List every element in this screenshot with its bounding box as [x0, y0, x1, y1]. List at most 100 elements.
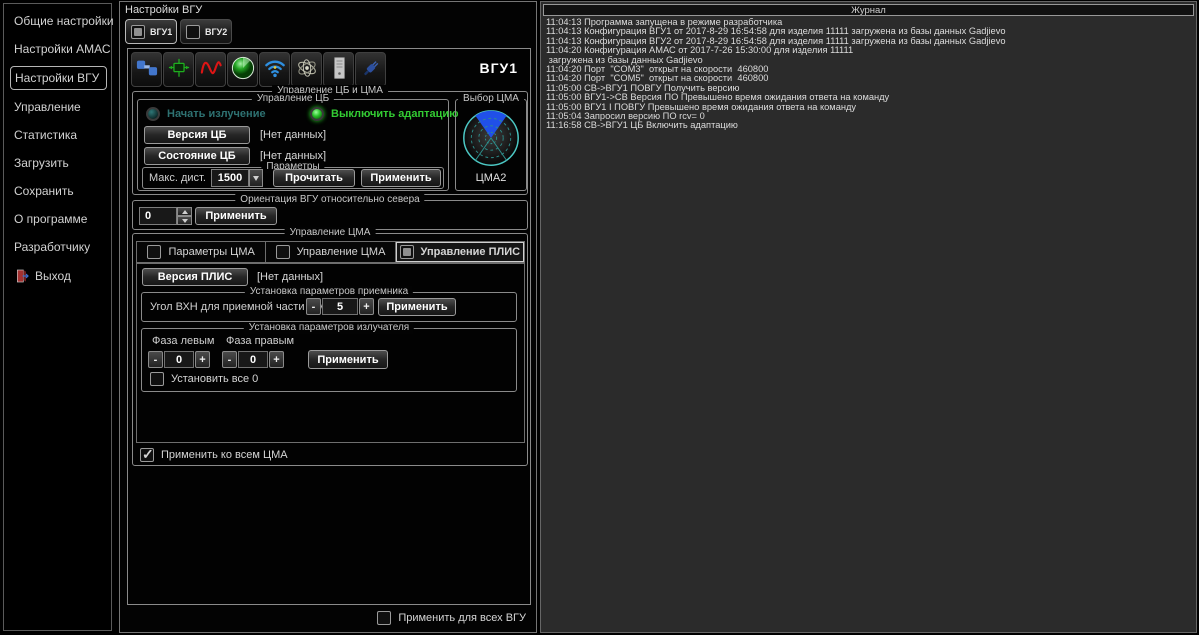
phase-right-minus-button[interactable]: - [222, 351, 237, 368]
phase-left-value: 0 [164, 351, 194, 368]
set-all-zero-label: Установить все 0 [171, 373, 258, 385]
tab-plis-control-label: Управление ПЛИС [421, 246, 521, 258]
circuit-icon [167, 57, 191, 82]
plis-version-button[interactable]: Версия ПЛИС [142, 268, 248, 286]
sidebar-item-label: Загрузить [14, 156, 69, 170]
spin-up-button[interactable] [177, 207, 192, 216]
angle-value: 5 [322, 298, 358, 315]
max-dist-dropdown-button[interactable] [249, 169, 263, 187]
signal-icon [199, 57, 223, 82]
max-dist-combobox[interactable]: 1500 [211, 169, 263, 187]
phase-right-spinner: - 0 + [222, 351, 284, 368]
phase-right-label: Фаза правым [226, 335, 294, 347]
log-title: Журнал [543, 4, 1194, 16]
orientation-apply-button[interactable]: Применить [195, 207, 277, 225]
gyro-button[interactable] [291, 52, 322, 87]
spin-down-button[interactable] [177, 216, 192, 225]
emitter-apply-button[interactable]: Применить [308, 350, 388, 369]
sidebar-item[interactable]: Разработчику [10, 236, 107, 258]
cb-state-button[interactable]: Состояние ЦБ [144, 147, 250, 165]
angle-plus-button[interactable]: + [359, 298, 374, 315]
wifi-button[interactable] [259, 52, 290, 87]
wifi-icon [263, 57, 287, 82]
apply-all-cma-label: Применить ко всем ЦМА [161, 449, 288, 461]
vgu-content-box: ВГУ1 Управление ЦБ и ЦМА Управление ЦБ Н… [127, 48, 531, 605]
arrow-up-icon [182, 210, 188, 214]
max-dist-label: Макс. дист. [149, 172, 206, 184]
cma-select-title: Выбор ЦМА [458, 93, 524, 105]
disable-adaptation-lamp[interactable] [310, 107, 324, 121]
circuit-button[interactable] [163, 52, 194, 87]
sidebar-item[interactable]: О программе [10, 208, 107, 230]
radar-icon [231, 56, 255, 83]
sidebar-item[interactable]: Сохранить [10, 180, 107, 202]
phase-right-value: 0 [238, 351, 268, 368]
cb-control-title: Управление ЦБ [252, 93, 334, 105]
cb-version-button[interactable]: Версия ЦБ [144, 126, 250, 144]
plug-button[interactable] [355, 52, 386, 87]
radar-button[interactable] [227, 52, 258, 87]
cma-params-checkbox[interactable] [147, 245, 161, 259]
set-all-zero-checkbox[interactable] [150, 372, 164, 386]
apply-all-vgu-checkbox[interactable] [377, 611, 391, 625]
phase-left-spinner: - 0 + [148, 351, 210, 368]
radar-sector-icon [461, 108, 521, 168]
chevron-down-icon [253, 176, 259, 181]
sidebar-item[interactable]: Общие настройки [10, 10, 107, 32]
start-emission-lamp[interactable] [146, 107, 160, 121]
start-emission-label: Начать излучение [167, 108, 266, 120]
emitter-params-title: Установка параметров излучателя [244, 322, 414, 334]
sidebar-item[interactable]: Статистика [10, 124, 107, 146]
orientation-spinner[interactable]: 0 [139, 207, 192, 225]
apply-all-cma-checkbox[interactable] [140, 448, 154, 462]
cma-radar-widget[interactable] [456, 108, 526, 168]
server-icon [327, 56, 351, 83]
sidebar: Общие настройки Настройки АМАС Настройки В… [3, 3, 112, 631]
vgu2-checkbox[interactable] [186, 25, 200, 39]
signal-button[interactable] [195, 52, 226, 87]
angle-spinner: - 5 + [306, 298, 374, 315]
connection-button[interactable] [131, 52, 162, 87]
phase-left-minus-button[interactable]: - [148, 351, 163, 368]
selected-cma-label: ЦМА2 [456, 172, 526, 184]
sidebar-item-label: Сохранить [14, 184, 74, 198]
phase-left-plus-button[interactable]: + [195, 351, 210, 368]
sidebar-item[interactable]: Выход [10, 264, 107, 288]
angle-minus-button[interactable]: - [306, 298, 321, 315]
apply-params-button[interactable]: Применить [361, 169, 441, 187]
panel-title: Настройки ВГУ [125, 4, 202, 16]
log-panel: Журнал 11:04:13 Программа запущена в реж… [540, 1, 1197, 633]
arrow-down-icon [182, 219, 188, 223]
orientation-group: Ориентация ВГУ относительно севера 0 При… [132, 200, 528, 230]
tab-vgu2[interactable]: ВГУ2 [180, 19, 232, 44]
phase-right-plus-button[interactable]: + [269, 351, 284, 368]
tab-plis-control[interactable]: Управление ПЛИС [396, 242, 524, 262]
receiver-apply-button[interactable]: Применить [378, 298, 456, 316]
tab-vgu1-label: ВГУ1 [150, 27, 172, 37]
plug-icon [359, 57, 383, 82]
cma-control-checkbox[interactable] [276, 245, 290, 259]
tab-cma-params[interactable]: Параметры ЦМА [137, 242, 266, 262]
sidebar-menu: Общие настройки Настройки АМАС Настройки В… [4, 10, 111, 288]
log-entries[interactable]: 11:04:13 Программа запущена в режиме раз… [546, 18, 1192, 628]
tab-cma-control[interactable]: Управление ЦМА [266, 242, 395, 262]
orientation-title: Ориентация ВГУ относительно севера [235, 194, 424, 206]
plis-control-checkbox[interactable] [400, 245, 414, 259]
sidebar-item[interactable]: Настройки ВГУ [10, 66, 107, 90]
tab-cma-params-label: Параметры ЦМА [168, 246, 254, 258]
exit-door-icon [14, 268, 30, 284]
server-button[interactable] [323, 52, 354, 87]
receiver-params-title: Установка параметров приемника [245, 286, 413, 298]
sidebar-item-label: Разработчику [14, 240, 90, 254]
read-params-button[interactable]: Прочитать [273, 169, 355, 187]
tab-vgu1[interactable]: ВГУ1 [125, 19, 177, 44]
plis-tab-content: Версия ПЛИС [Нет данных] Установка парам… [136, 263, 525, 443]
max-dist-value: 1500 [211, 169, 249, 187]
cma-control-title: Управление ЦМА [285, 227, 376, 239]
sidebar-item[interactable]: Загрузить [10, 152, 107, 174]
sidebar-item[interactable]: Управление [10, 96, 107, 118]
sidebar-item[interactable]: Настройки АМАС [10, 38, 107, 60]
apply-all-vgu-label: Применить для всех ВГУ [398, 612, 526, 624]
cb-cma-group: Управление ЦБ и ЦМА Управление ЦБ Начать… [132, 91, 528, 195]
vgu1-checkbox[interactable] [131, 25, 145, 39]
